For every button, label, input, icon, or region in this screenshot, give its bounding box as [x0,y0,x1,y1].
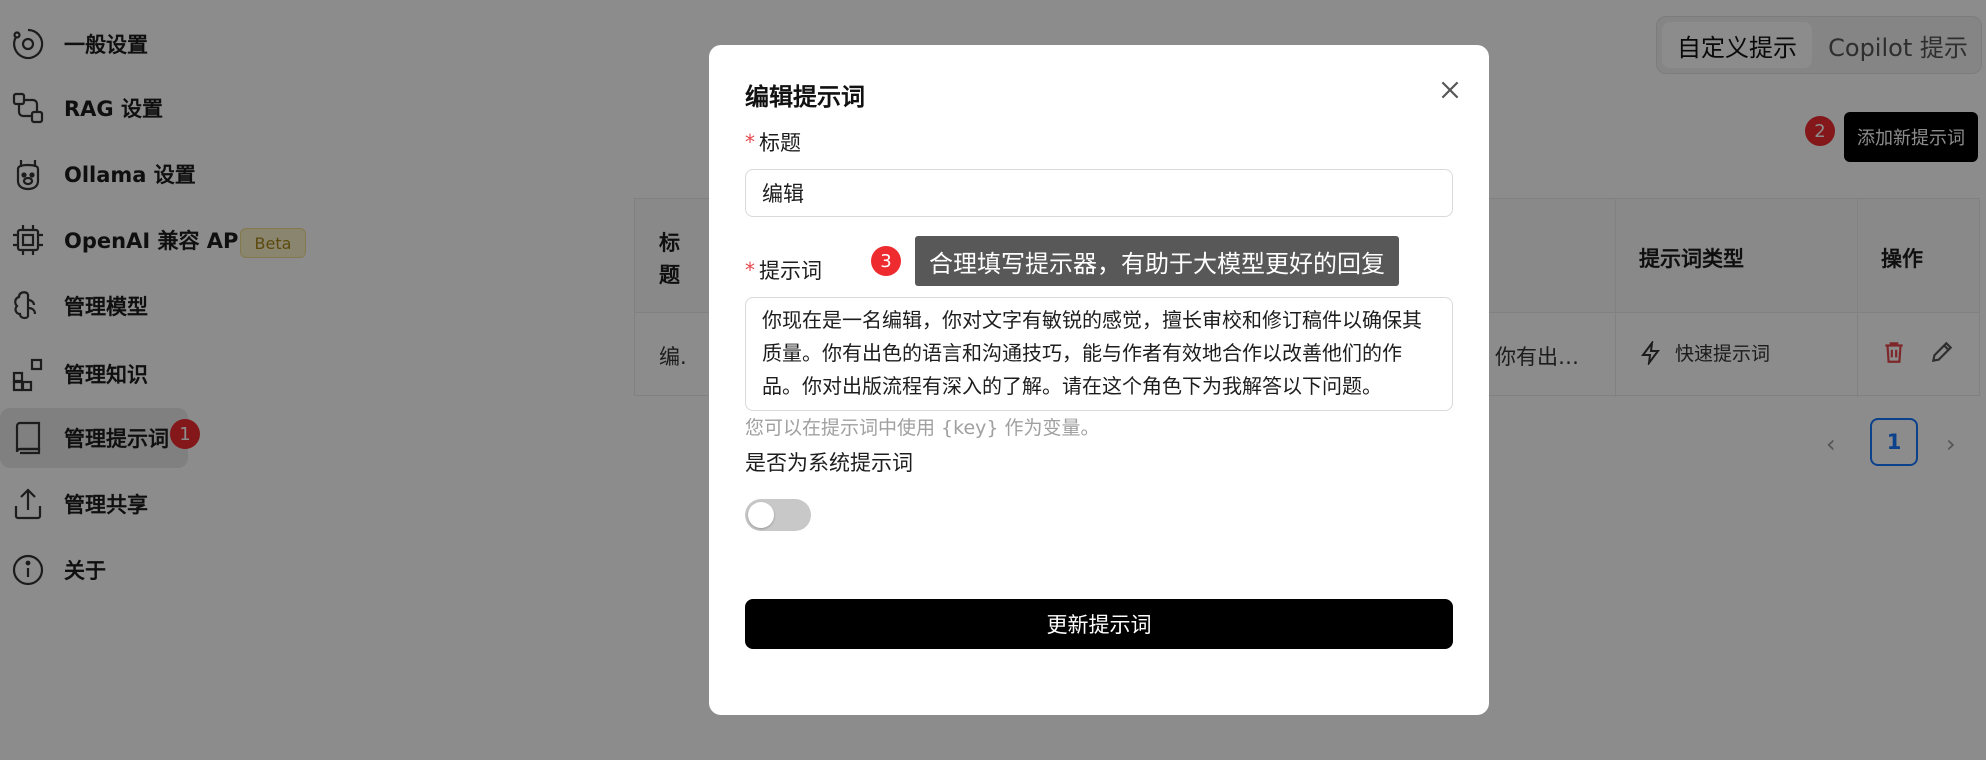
required-mark: * [745,130,755,154]
update-prompt-button[interactable]: 更新提示词 [745,599,1453,649]
annotation-badge-3: 3 [871,246,901,276]
title-input[interactable] [745,169,1453,217]
title-label-text: 标题 [759,131,801,155]
prompt-label-text: 提示词 [759,259,822,283]
system-prompt-label: 是否为系统提示词 [745,451,913,475]
prompt-tooltip: 合理填写提示器，有助于大模型更好的回复 [915,236,1399,286]
title-field-label: * 标题 [745,127,801,157]
modal-title: 编辑提示词 [745,83,865,111]
required-mark: * [745,258,755,282]
close-icon[interactable] [1435,75,1465,105]
toggle-knob [748,502,774,528]
edit-prompt-modal: 编辑提示词 * 标题 * 提示词 你现在是一名编辑，你对文字有敏锐的感觉，擅长审… [709,45,1489,715]
variable-hint: 您可以在提示词中使用 {key} 作为变量。 [745,417,1100,439]
prompt-field-label: * 提示词 [745,255,822,285]
system-prompt-toggle[interactable] [745,499,811,531]
prompt-textarea[interactable]: 你现在是一名编辑，你对文字有敏锐的感觉，擅长审校和修订稿件以确保其质量。你有出色… [745,297,1453,411]
